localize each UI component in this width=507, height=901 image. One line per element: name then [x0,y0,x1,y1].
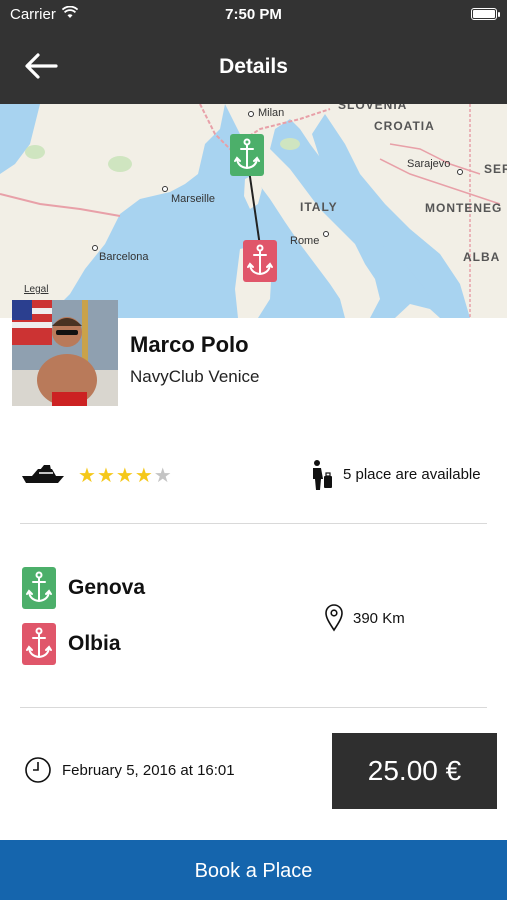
divider [20,707,487,708]
map-label-italy: ITALY [300,200,338,214]
star-filled-icon: ★ [96,465,116,487]
map-label-montenegro: MONTENEG [425,201,503,215]
status-bar: Carrier 7:50 PM [0,0,507,28]
map-label-milan: Milan [258,107,285,119]
battery-icon [471,8,500,20]
map-label-croatia: CROATIA [374,119,435,133]
map-dot-sarajevo [457,169,463,175]
page-title: Details [219,55,288,78]
destination-port-name: Olbia [68,632,121,655]
anchor-icon [247,244,273,276]
navigation-bar: Details [0,28,507,104]
skipper-name: Marco Polo [130,332,249,357]
avatar[interactable] [12,300,118,406]
map-legal-link[interactable]: Legal [24,284,48,295]
map-label-slovenia: SLOVENIA [338,104,408,112]
clock-time: 7:50 PM [225,6,282,23]
map-label-barcelona: Barcelona [99,251,149,263]
trip-info-row: ★★★★★ 5 place are available [0,455,507,495]
date-text: February 5, 2016 at 16:01 [62,762,235,779]
map-dot-rome [323,231,329,237]
location-pin-icon [324,604,344,636]
star-filled-icon: ★ [78,465,97,487]
end-port-pin[interactable] [243,240,277,282]
anchor-icon [22,623,56,665]
route-distance: 390 Km [324,604,405,637]
skipper-club: NavyClub Venice [130,367,260,386]
boat-icon [20,461,66,492]
start-port-pin[interactable] [230,134,264,176]
skipper-profile: Marco Polo NavyClub Venice [0,300,507,410]
star-filled-icon: ★ [115,465,135,487]
distance-text: 390 Km [353,610,405,627]
map-label-ser: SER [484,162,507,176]
divider [20,523,487,524]
map-dot-barcelona [92,245,98,251]
anchor-icon [22,567,56,609]
departure-date: February 5, 2016 at 16:01 [24,756,235,789]
map-dot-marseille [162,186,168,192]
anchor-icon [234,138,260,170]
map-label-sarajevo: Sarajevo [407,158,451,170]
map-label-marseille: Marseille [171,193,216,205]
price-box: 25.00 € [332,733,497,809]
star-empty-icon: ★ [153,465,173,487]
route-map[interactable]: SLOVENIA CROATIA Milan Sarajevo SER Mars… [0,104,507,318]
map-label-albania: ALBA [463,250,501,264]
map-label-rome: Rome [290,235,320,247]
origin-port-name: Genova [68,576,146,599]
rating-stars: ★★★★★ [78,463,173,488]
avatar-photo [12,300,118,406]
clock-icon [24,757,52,788]
map-dot-milan [248,111,254,117]
person-luggage-icon [310,459,334,496]
star-filled-icon: ★ [134,465,154,487]
availability-text: 5 place are available [343,466,481,483]
book-place-button[interactable]: Book a Place [0,840,507,900]
